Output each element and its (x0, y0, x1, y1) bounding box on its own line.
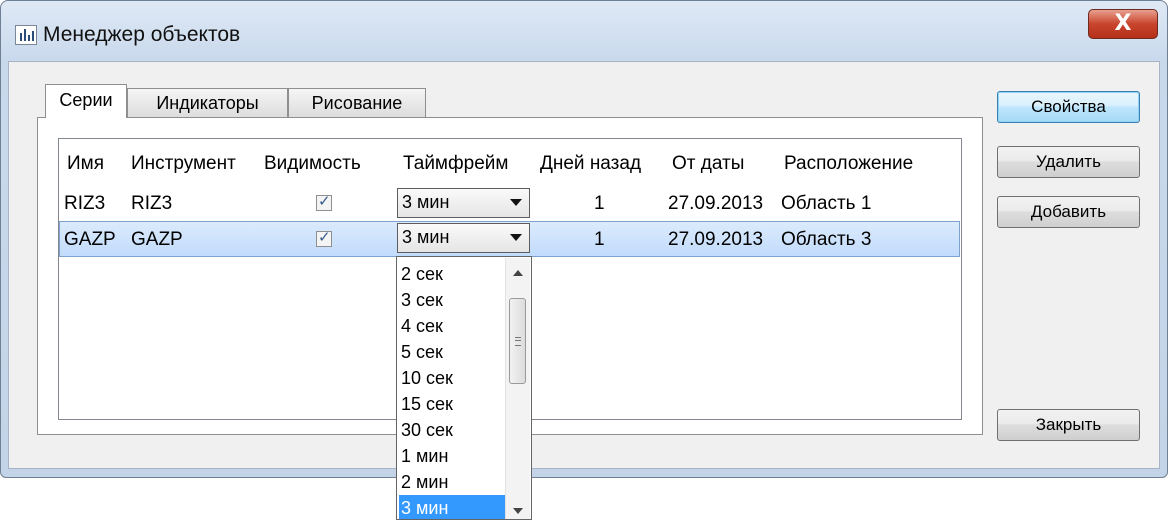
cell-from-date: 27.09.2013 (668, 193, 764, 214)
title-bar[interactable]: Менеджер объектов X (1, 1, 1167, 59)
dropdown-option[interactable]: 1 мин (399, 443, 505, 469)
chevron-down-icon (510, 234, 522, 241)
cell-from-date: 27.09.2013 (668, 229, 764, 250)
cell-instrument: RIZ3 (131, 193, 173, 214)
column-header-timeframe[interactable]: Таймфрейм (403, 153, 508, 175)
cell-name: GAZP (64, 229, 116, 250)
timeframe-value: 3 мин (402, 192, 450, 212)
dropdown-option[interactable]: 2 сек (399, 261, 505, 287)
cell-name: RIZ3 (64, 193, 106, 214)
close-button[interactable]: Закрыть (997, 409, 1140, 441)
cell-days-back: 1 (594, 229, 605, 250)
timeframe-combobox-open[interactable]: 3 мин (397, 223, 530, 253)
column-header-days-back[interactable]: Дней назад (540, 153, 641, 175)
dropdown-option[interactable]: 4 сек (399, 313, 505, 339)
cell-instrument: GAZP (131, 229, 183, 250)
dropdown-option[interactable]: 30 сек (399, 417, 505, 443)
scroll-up-arrow-icon[interactable] (513, 270, 523, 276)
dropdown-scrollbar[interactable] (505, 258, 530, 519)
delete-button[interactable]: Удалить (997, 146, 1140, 178)
tab-drawing[interactable]: Рисование (288, 88, 426, 118)
column-header-from-date[interactable]: От даты (672, 153, 744, 175)
timeframe-combobox[interactable]: 3 мин (397, 188, 530, 218)
cell-days-back: 1 (594, 193, 605, 214)
chevron-down-icon (510, 199, 522, 206)
dropdown-option-selected[interactable]: 3 мин (399, 495, 505, 519)
cell-location: Область 1 (781, 193, 872, 214)
scroll-down-arrow-icon[interactable] (513, 508, 523, 514)
dropdown-option[interactable]: 5 сек (399, 339, 505, 365)
timeframe-value: 3 мин (402, 227, 450, 247)
dropdown-option[interactable]: 15 сек (399, 391, 505, 417)
window-title: Менеджер объектов (43, 23, 241, 46)
add-button[interactable]: Добавить (997, 196, 1140, 228)
column-header-instrument[interactable]: Инструмент (131, 153, 236, 175)
cell-location: Область 3 (781, 229, 872, 250)
grip-icon (515, 337, 521, 346)
close-icon: X (1114, 11, 1132, 36)
dropdown-option[interactable]: 3 сек (399, 287, 505, 313)
dropdown-option[interactable]: 10 сек (399, 365, 505, 391)
tab-indicators[interactable]: Индикаторы (127, 88, 288, 118)
column-header-visibility[interactable]: Видимость (264, 153, 361, 175)
dropdown-option[interactable]: 2 мин (399, 469, 505, 495)
column-header-name[interactable]: Имя (67, 153, 104, 175)
chart-app-icon (15, 25, 37, 45)
column-header-location[interactable]: Расположение (784, 153, 913, 175)
tab-series[interactable]: Серии (45, 84, 127, 118)
scrollbar-thumb[interactable] (509, 298, 526, 384)
visibility-checkbox[interactable] (316, 192, 332, 211)
timeframe-dropdown-list[interactable]: 2 сек 3 сек 4 сек 5 сек 10 сек 15 сек 30… (396, 256, 532, 520)
properties-button[interactable]: Свойства (997, 91, 1140, 123)
visibility-checkbox[interactable] (316, 228, 332, 247)
close-window-button[interactable]: X (1088, 9, 1158, 39)
